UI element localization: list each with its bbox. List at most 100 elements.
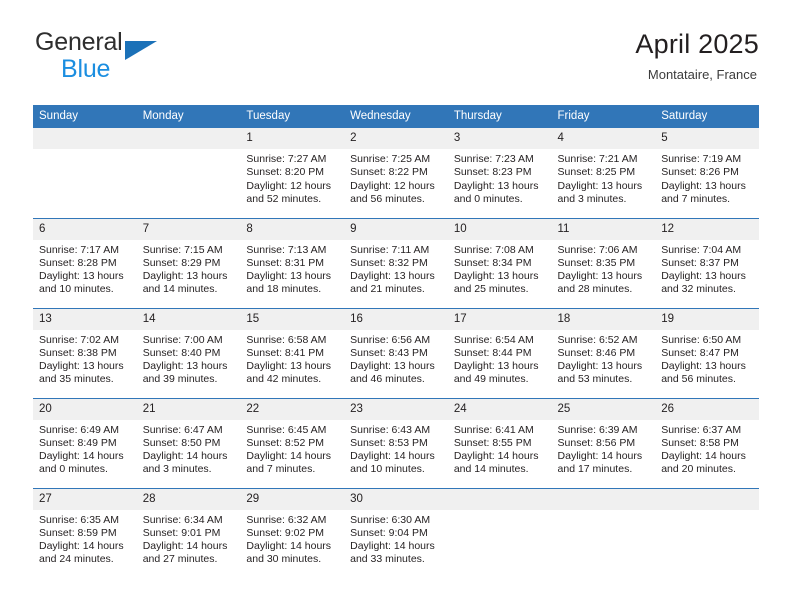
day-number: 26 — [655, 398, 759, 420]
day-cell[interactable]: 23 Sunrise: 6:43 AM Sunset: 8:53 PM Dayl… — [344, 397, 448, 488]
day-cell[interactable]: 27 Sunrise: 6:35 AM Sunset: 8:59 PM Dayl… — [33, 487, 137, 578]
daylight-text: Daylight: 13 hours and 49 minutes. — [453, 360, 539, 386]
day-cell[interactable]: 16 Sunrise: 6:56 AM Sunset: 8:43 PM Dayl… — [344, 307, 448, 398]
sunrise-text: Sunrise: 7:27 AM — [246, 153, 327, 165]
day-number — [33, 128, 137, 149]
day-cell[interactable] — [655, 487, 759, 578]
day-number: 5 — [655, 128, 759, 149]
day-cell[interactable]: 11 Sunrise: 7:06 AM Sunset: 8:35 PM Dayl… — [551, 217, 656, 308]
day-cell[interactable] — [447, 487, 552, 578]
day-cell[interactable]: 25 Sunrise: 6:39 AM Sunset: 8:56 PM Dayl… — [551, 397, 656, 488]
day-number — [447, 488, 552, 510]
day-cell[interactable]: 8 Sunrise: 7:13 AM Sunset: 8:31 PM Dayli… — [240, 217, 345, 308]
day-number: 2 — [344, 128, 448, 149]
page-subtitle: Montataire, France — [647, 67, 757, 82]
day-details: Sunrise: 6:45 AM Sunset: 8:52 PM Dayligh… — [240, 420, 344, 477]
day-cell[interactable]: 29 Sunrise: 6:32 AM Sunset: 9:02 PM Dayl… — [240, 487, 345, 578]
day-cell[interactable]: 14 Sunrise: 7:00 AM Sunset: 8:40 PM Dayl… — [136, 307, 241, 398]
sunset-text: Sunset: 8:28 PM — [39, 256, 117, 269]
daylight-text: Daylight: 14 hours and 33 minutes. — [350, 540, 435, 566]
day-details: Sunrise: 6:49 AM Sunset: 8:49 PM Dayligh… — [33, 420, 137, 477]
weekday-header-wednesday: Wednesday — [344, 105, 448, 128]
day-number: 6 — [33, 218, 137, 240]
general-blue-logo[interactable]: General Blue — [33, 28, 263, 88]
day-cell[interactable]: 19 Sunrise: 6:50 AM Sunset: 8:47 PM Dayl… — [655, 307, 759, 398]
day-cell[interactable]: 12 Sunrise: 7:04 AM Sunset: 8:37 PM Dayl… — [655, 217, 759, 308]
day-details: Sunrise: 7:00 AM Sunset: 8:40 PM Dayligh… — [137, 330, 241, 387]
day-details: Sunrise: 7:23 AM Sunset: 8:23 PM Dayligh… — [448, 149, 552, 206]
day-details: Sunrise: 7:02 AM Sunset: 8:38 PM Dayligh… — [33, 330, 137, 387]
daylight-text: Daylight: 13 hours and 3 minutes. — [557, 179, 643, 205]
day-cell[interactable]: 3 Sunrise: 7:23 AM Sunset: 8:23 PM Dayli… — [447, 128, 552, 218]
day-cell[interactable]: 1 Sunrise: 7:27 AM Sunset: 8:20 PM Dayli… — [240, 128, 345, 218]
day-cell[interactable]: 22 Sunrise: 6:45 AM Sunset: 8:52 PM Dayl… — [240, 397, 345, 488]
day-cell[interactable] — [33, 128, 137, 218]
page-title: April 2025 — [635, 29, 759, 59]
day-number: 3 — [447, 128, 552, 149]
day-cell[interactable] — [136, 128, 241, 218]
day-cell[interactable]: 5 Sunrise: 7:19 AM Sunset: 8:26 PM Dayli… — [655, 128, 759, 218]
daylight-text: Daylight: 13 hours and 56 minutes. — [661, 360, 746, 386]
day-number: 19 — [655, 308, 759, 330]
day-number: 10 — [447, 218, 552, 240]
day-details: Sunrise: 7:11 AM Sunset: 8:32 PM Dayligh… — [344, 240, 448, 297]
sunset-text: Sunset: 8:49 PM — [39, 436, 117, 449]
sunset-text: Sunset: 8:20 PM — [246, 166, 325, 179]
sunset-text: Sunset: 8:34 PM — [453, 256, 532, 269]
sunset-text: Sunset: 8:35 PM — [557, 256, 636, 269]
sunrise-text: Sunrise: 7:08 AM — [453, 243, 534, 256]
day-cell[interactable]: 30 Sunrise: 6:30 AM Sunset: 9:04 PM Dayl… — [344, 487, 448, 578]
day-cell[interactable]: 18 Sunrise: 6:52 AM Sunset: 8:46 PM Dayl… — [551, 307, 656, 398]
sunset-text: Sunset: 8:46 PM — [557, 346, 636, 359]
day-cell[interactable]: 15 Sunrise: 6:58 AM Sunset: 8:41 PM Dayl… — [240, 307, 345, 398]
daylight-text: Daylight: 14 hours and 7 minutes. — [246, 450, 332, 476]
day-number: 16 — [344, 308, 448, 330]
day-cell[interactable]: 7 Sunrise: 7:15 AM Sunset: 8:29 PM Dayli… — [136, 217, 241, 308]
day-details: Sunrise: 7:08 AM Sunset: 8:34 PM Dayligh… — [448, 240, 552, 297]
daylight-text: Daylight: 13 hours and 35 minutes. — [39, 360, 124, 386]
sunset-text: Sunset: 9:01 PM — [142, 526, 221, 539]
sunrise-text: Sunrise: 7:25 AM — [350, 153, 431, 165]
day-number: 14 — [136, 308, 241, 330]
sunset-text: Sunset: 8:38 PM — [39, 346, 117, 359]
daylight-text: Daylight: 14 hours and 24 minutes. — [39, 540, 124, 566]
day-details: Sunrise: 6:35 AM Sunset: 8:59 PM Dayligh… — [33, 510, 137, 567]
daylight-text: Daylight: 14 hours and 10 minutes. — [350, 450, 435, 476]
weekday-header-thursday: Thursday — [447, 105, 552, 128]
day-cell[interactable]: 26 Sunrise: 6:37 AM Sunset: 8:58 PM Dayl… — [655, 397, 759, 488]
calendar-body: 1 Sunrise: 7:27 AM Sunset: 8:20 PM Dayli… — [33, 128, 759, 578]
day-cell[interactable]: 24 Sunrise: 6:41 AM Sunset: 8:55 PM Dayl… — [447, 397, 552, 488]
sunrise-text: Sunrise: 6:45 AM — [246, 423, 327, 436]
sunset-text: Sunset: 8:25 PM — [557, 166, 636, 179]
day-details: Sunrise: 7:27 AM Sunset: 8:20 PM Dayligh… — [240, 149, 344, 206]
day-cell[interactable]: 9 Sunrise: 7:11 AM Sunset: 8:32 PM Dayli… — [344, 217, 448, 308]
sunset-text: Sunset: 9:04 PM — [350, 526, 428, 539]
day-details: Sunrise: 6:37 AM Sunset: 8:58 PM Dayligh… — [655, 420, 759, 477]
day-details: Sunrise: 6:54 AM Sunset: 8:44 PM Dayligh… — [448, 330, 552, 387]
day-cell[interactable]: 28 Sunrise: 6:34 AM Sunset: 9:01 PM Dayl… — [136, 487, 241, 578]
day-number: 27 — [33, 488, 137, 510]
sunset-text: Sunset: 8:26 PM — [661, 166, 739, 179]
day-cell[interactable]: 21 Sunrise: 6:47 AM Sunset: 8:50 PM Dayl… — [136, 397, 241, 488]
sunrise-text: Sunrise: 6:41 AM — [453, 423, 534, 436]
day-cell[interactable]: 20 Sunrise: 6:49 AM Sunset: 8:49 PM Dayl… — [33, 397, 137, 488]
day-number — [551, 488, 656, 510]
day-cell[interactable]: 6 Sunrise: 7:17 AM Sunset: 8:28 PM Dayli… — [33, 217, 137, 308]
day-number: 22 — [240, 398, 345, 420]
daylight-text: Daylight: 12 hours and 52 minutes. — [246, 179, 332, 205]
day-number: 8 — [240, 218, 345, 240]
day-cell[interactable]: 13 Sunrise: 7:02 AM Sunset: 8:38 PM Dayl… — [33, 307, 137, 398]
day-cell[interactable]: 10 Sunrise: 7:08 AM Sunset: 8:34 PM Dayl… — [447, 217, 552, 308]
page-header: General Blue April 2025 Montataire, Fran… — [33, 28, 759, 100]
sunrise-text: Sunrise: 6:52 AM — [557, 333, 638, 346]
day-number: 30 — [344, 488, 448, 510]
day-cell[interactable]: 17 Sunrise: 6:54 AM Sunset: 8:44 PM Dayl… — [447, 307, 552, 398]
sunrise-text: Sunrise: 7:13 AM — [246, 243, 327, 256]
sunrise-text: Sunrise: 7:06 AM — [557, 243, 638, 256]
day-cell[interactable]: 2 Sunrise: 7:25 AM Sunset: 8:22 PM Dayli… — [344, 128, 448, 218]
sunrise-text: Sunrise: 7:23 AM — [453, 153, 534, 165]
sunset-text: Sunset: 8:58 PM — [661, 436, 739, 449]
weekday-header-sunday: Sunday — [33, 105, 137, 128]
day-cell[interactable] — [551, 487, 656, 578]
day-cell[interactable]: 4 Sunrise: 7:21 AM Sunset: 8:25 PM Dayli… — [551, 128, 656, 218]
